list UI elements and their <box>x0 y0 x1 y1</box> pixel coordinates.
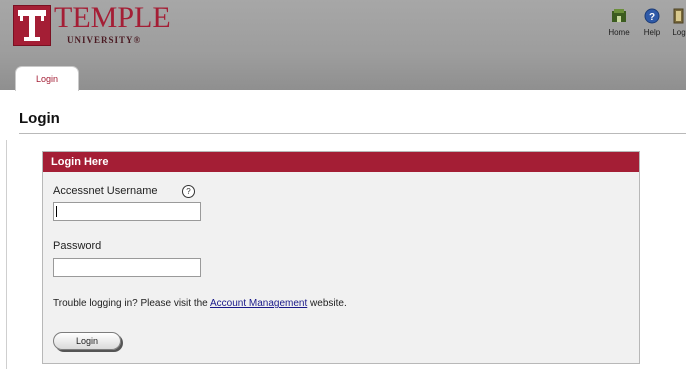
brand-subtitle: UNIVERSITY® <box>67 35 142 45</box>
text-cursor <box>56 206 57 217</box>
title-divider <box>19 133 686 134</box>
brand-name: TEMPLE <box>54 1 171 34</box>
page-title: Login <box>19 110 60 127</box>
home-link[interactable]: Home <box>604 8 634 37</box>
logout-link[interactable]: Log <box>668 8 686 37</box>
login-panel: Login Here Accessnet Username ? Password… <box>42 151 640 364</box>
svg-text:?: ? <box>649 12 655 23</box>
help-label: Help <box>643 28 661 37</box>
trouble-message: Trouble logging in? Please visit the Acc… <box>53 298 347 309</box>
trouble-suffix: website. <box>310 298 347 309</box>
tab-login[interactable]: Login <box>15 66 79 91</box>
help-link[interactable]: ? Help <box>639 8 665 37</box>
login-button[interactable]: Login <box>53 332 121 350</box>
content-left-border <box>6 140 7 369</box>
username-help-icon[interactable]: ? <box>182 185 195 198</box>
site-header: TEMPLE UNIVERSITY® Home ? Help Log Login <box>0 0 686 91</box>
logout-icon <box>673 8 684 24</box>
username-field[interactable] <box>53 202 201 221</box>
logout-label: Log <box>672 28 686 37</box>
username-label: Accessnet Username <box>53 185 158 197</box>
home-label: Home <box>608 28 630 37</box>
help-icon: ? <box>644 8 660 24</box>
password-label: Password <box>53 240 102 252</box>
home-icon <box>612 9 626 22</box>
password-field[interactable] <box>53 258 201 277</box>
trouble-prefix: Trouble logging in? Please visit the <box>53 298 208 309</box>
temple-t-logo-icon <box>13 5 51 46</box>
login-panel-header: Login Here <box>43 152 639 172</box>
account-management-link[interactable]: Account Management <box>210 298 307 309</box>
